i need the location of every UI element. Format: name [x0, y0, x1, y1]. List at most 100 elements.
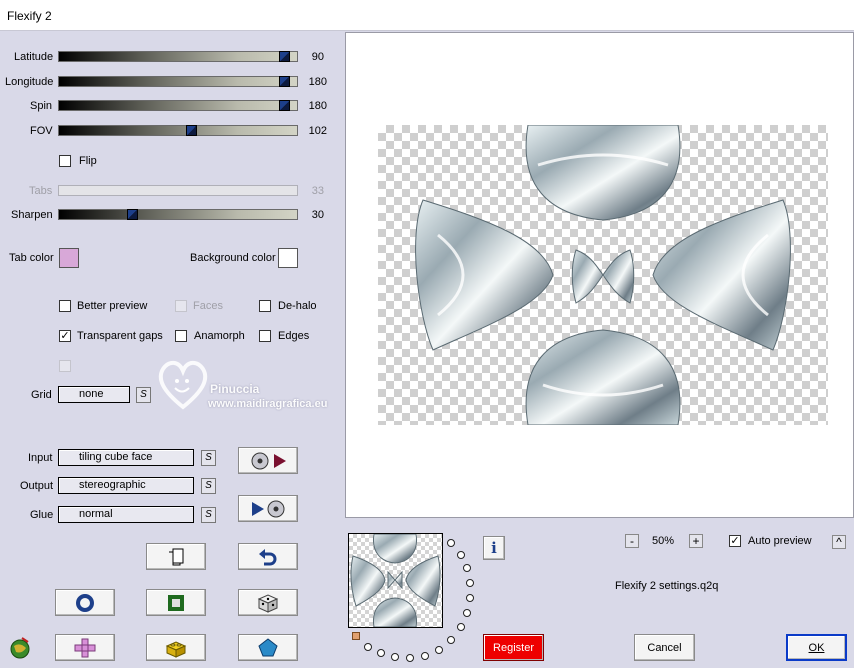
zoom-out-button[interactable]: -: [625, 534, 639, 548]
preview-pane[interactable]: [345, 32, 854, 518]
edges-checkbox[interactable]: [259, 330, 271, 342]
zoom-in-button[interactable]: +: [689, 534, 703, 548]
input-label: Input: [28, 452, 53, 464]
longitude-label: Longitude: [5, 76, 54, 88]
flip-checkbox[interactable]: [59, 155, 71, 167]
watermark-url: www.maidiragrafica.eu: [208, 398, 328, 410]
cross-shape-button[interactable]: [55, 634, 115, 661]
spin-slider[interactable]: [58, 100, 298, 111]
info-button[interactable]: i: [483, 536, 505, 560]
tabs-label: Tabs: [29, 185, 53, 197]
undo-button[interactable]: [238, 543, 298, 570]
input-field[interactable]: tiling cube face: [58, 449, 194, 466]
anamorph-label: Anamorph: [194, 330, 245, 342]
copy-button[interactable]: [146, 543, 206, 570]
faces-checkbox: [175, 300, 187, 312]
collapse-button[interactable]: ^: [832, 535, 846, 549]
fov-label: FOV: [30, 125, 53, 137]
watermark-name: Pinuccia: [210, 382, 260, 396]
check-icon: ✓: [60, 330, 70, 342]
heart-watermark-icon: [158, 360, 208, 410]
info-icon: i: [491, 539, 497, 557]
longitude-slider-thumb[interactable]: [279, 76, 290, 87]
output-to-input-button[interactable]: [238, 495, 298, 522]
preview-image: [378, 124, 828, 426]
latitude-slider[interactable]: [58, 51, 298, 62]
tabs-slider: [58, 185, 298, 196]
better-preview-checkbox[interactable]: [59, 300, 71, 312]
flip-label: Flip: [79, 155, 97, 167]
random-dice-button[interactable]: [238, 589, 298, 616]
fov-value: 102: [308, 125, 327, 137]
ok-button-label: OK: [808, 641, 825, 654]
de-halo-label: De-halo: [278, 300, 317, 312]
cross-icon: [74, 638, 96, 657]
anamorph-checkbox[interactable]: [175, 330, 187, 342]
title-bar: Flexify 2: [0, 0, 854, 31]
ring-start-marker[interactable]: [352, 632, 360, 640]
glue-s-button[interactable]: S: [201, 507, 216, 523]
fov-slider-thumb[interactable]: [186, 125, 197, 136]
transparent-gaps-checkbox[interactable]: ✓: [59, 330, 71, 342]
tabs-value: 33: [311, 185, 324, 197]
edges-label: Edges: [278, 330, 310, 342]
longitude-slider[interactable]: [58, 76, 298, 87]
ring-dot[interactable]: [463, 564, 471, 572]
pentagon-icon: [258, 637, 278, 656]
output-field[interactable]: stereographic: [58, 477, 194, 494]
grid-s-button[interactable]: S: [136, 387, 151, 403]
ring-dot[interactable]: [466, 594, 474, 602]
ring-dot[interactable]: [391, 653, 399, 661]
auto-preview-checkbox[interactable]: ✓: [729, 535, 741, 547]
latitude-slider-thumb[interactable]: [279, 51, 290, 62]
ring-dot[interactable]: [377, 649, 385, 657]
ring-dot[interactable]: [447, 539, 455, 547]
check-icon: ✓: [730, 535, 740, 547]
de-halo-checkbox[interactable]: [259, 300, 271, 312]
brick-button[interactable]: [146, 634, 206, 661]
ring-dot[interactable]: [435, 646, 443, 654]
spin-slider-thumb[interactable]: [279, 100, 290, 111]
sharpen-value: 30: [311, 209, 324, 221]
copy-icon: [169, 548, 184, 565]
grid-label: Grid: [31, 389, 52, 401]
ring-dot[interactable]: [364, 643, 372, 651]
longitude-value: 180: [308, 76, 327, 88]
square-frame-icon: [168, 594, 184, 611]
window-title: Flexify 2: [7, 9, 52, 23]
latitude-value: 90: [311, 51, 324, 63]
spin-value: 180: [308, 100, 327, 112]
sharpen-slider[interactable]: [58, 209, 298, 220]
better-preview-label: Better preview: [77, 300, 148, 312]
register-button[interactable]: Register: [483, 634, 544, 661]
ring-dot[interactable]: [457, 623, 465, 631]
tab-color-swatch[interactable]: [59, 248, 79, 268]
ring-dot[interactable]: [466, 579, 474, 587]
sharpen-slider-thumb[interactable]: [127, 209, 138, 220]
background-color-swatch[interactable]: [278, 248, 298, 268]
globe-logo-icon[interactable]: [8, 636, 32, 660]
output-label: Output: [20, 480, 54, 492]
disabled-checkbox: [59, 360, 71, 372]
cancel-button[interactable]: Cancel: [634, 634, 695, 661]
ring-button[interactable]: [55, 589, 115, 616]
zoom-level: 50%: [652, 535, 675, 547]
pentagon-button[interactable]: [238, 634, 298, 661]
fov-slider[interactable]: [58, 125, 298, 136]
input-s-button[interactable]: S: [201, 450, 216, 466]
ok-button[interactable]: OK: [786, 634, 847, 661]
glue-field[interactable]: normal: [58, 506, 194, 523]
navigator-thumbnail[interactable]: [348, 533, 443, 628]
ring-dot[interactable]: [421, 652, 429, 660]
ring-dot[interactable]: [406, 654, 414, 662]
thumbnail-image: [350, 533, 441, 628]
ring-dot[interactable]: [457, 551, 465, 559]
input-to-output-button[interactable]: [238, 447, 298, 474]
output-s-button[interactable]: S: [201, 478, 216, 494]
ring-dot[interactable]: [447, 636, 455, 644]
disc-arrow-icon: [251, 452, 286, 469]
ring-dot[interactable]: [463, 609, 471, 617]
square-frame-button[interactable]: [146, 589, 206, 616]
grid-field[interactable]: none: [58, 386, 130, 403]
spin-label: Spin: [30, 100, 53, 112]
